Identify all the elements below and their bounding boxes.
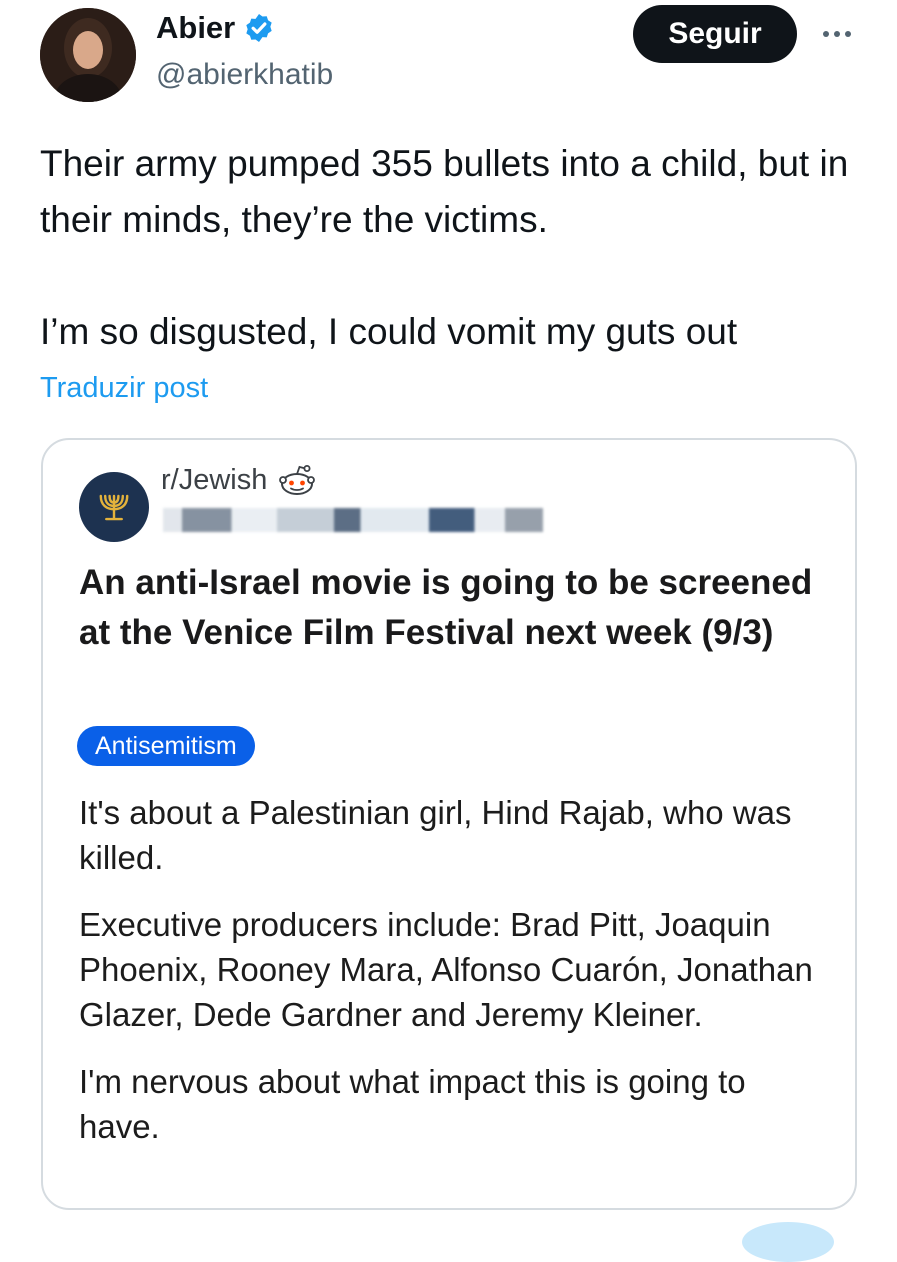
post-flair[interactable]: Antisemitism [77, 726, 255, 766]
author-name[interactable]: Abier [156, 10, 235, 46]
tweet-paragraph: Their army pumped 355 bullets into a chi… [40, 143, 849, 240]
subreddit-name[interactable]: r/Jewish [161, 464, 267, 497]
floating-action-button[interactable] [742, 1222, 834, 1262]
menorah-icon [99, 494, 129, 521]
author-handle[interactable]: @abierkhatib [156, 58, 333, 92]
post-title[interactable]: An anti-Israel movie is going to be scre… [79, 558, 819, 658]
verified-badge-icon [246, 14, 272, 42]
tweet-text: Their army pumped 355 bullets into a chi… [40, 136, 860, 360]
post-body: It's about a Palestinian girl, Hind Raja… [79, 790, 829, 1171]
translate-post-link[interactable]: Traduzir post [40, 372, 208, 405]
post-paragraph: Executive producers include: Brad Pitt, … [79, 906, 813, 1033]
dot [834, 31, 840, 37]
post-paragraph: I'm nervous about what impact this is go… [79, 1063, 746, 1145]
dot [823, 31, 829, 37]
more-options-icon[interactable] [815, 14, 859, 54]
follow-button[interactable]: Seguir [633, 5, 797, 63]
redacted-username [163, 508, 543, 532]
subreddit-icon [79, 472, 149, 542]
reddit-snoo-icon [279, 465, 316, 495]
dot [845, 31, 851, 37]
author-name-row[interactable]: Abier [156, 10, 275, 46]
post-paragraph: It's about a Palestinian girl, Hind Raja… [79, 794, 792, 876]
subreddit-row[interactable]: r/Jewish [161, 462, 317, 498]
quoted-post-card[interactable]: r/Jewish An anti-Israel movie is going t… [41, 438, 857, 1210]
avatar[interactable] [40, 8, 136, 102]
profile-photo-icon [40, 8, 136, 102]
tweet-paragraph: I’m so disgusted, I could vomit my guts … [40, 311, 738, 352]
